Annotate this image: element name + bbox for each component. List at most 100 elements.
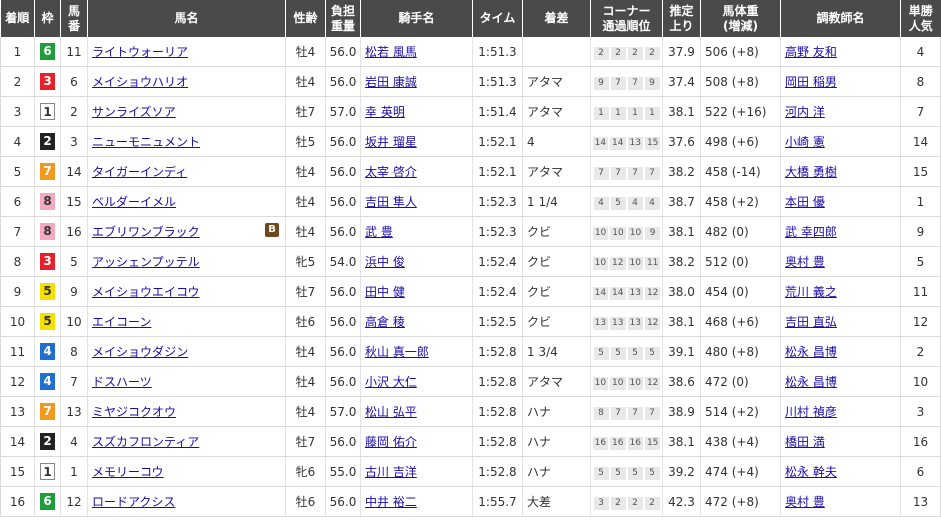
- corner-cell: 13 13 13 12: [590, 306, 663, 337]
- jockey-link[interactable]: 坂井 瑠星: [365, 135, 417, 149]
- jockey-cell: 小沢 大仁: [360, 366, 473, 397]
- jockey-link[interactable]: 秋山 真一郎: [365, 345, 429, 359]
- horse-name-link[interactable]: メイショウダジン: [92, 345, 188, 359]
- header-popularity: 単勝 人気: [900, 0, 941, 37]
- jockey-link[interactable]: 中井 裕二: [365, 495, 417, 509]
- waku-cell: 2: [34, 126, 61, 157]
- horse-name-link[interactable]: メモリーコウ: [92, 465, 164, 479]
- rank-cell: 6: [0, 186, 35, 217]
- jockey-link[interactable]: 古川 吉洋: [365, 465, 417, 479]
- trainer-link[interactable]: 武 幸四郎: [785, 225, 837, 239]
- horse-name-cell: タイガーインディ: [87, 156, 286, 187]
- jockey-link[interactable]: 高倉 稜: [365, 315, 405, 329]
- popularity-cell: 14: [900, 126, 941, 157]
- time-cell: 1:52.3: [472, 186, 523, 217]
- umaban-cell: 7: [60, 366, 88, 397]
- waku-badge: 5: [40, 313, 55, 330]
- trainer-link[interactable]: 松永 昌博: [785, 345, 837, 359]
- corner-3: 10: [627, 226, 644, 240]
- jockey-link[interactable]: 岩田 康誠: [365, 75, 417, 89]
- trainer-link[interactable]: 吉田 直弘: [785, 315, 837, 329]
- jockey-link[interactable]: 太宰 啓介: [365, 165, 417, 179]
- trainer-cell: 高野 友和: [780, 37, 901, 67]
- waku-badge: 3: [40, 253, 55, 270]
- rank-cell: 5: [0, 156, 35, 187]
- horse-name-link[interactable]: エブリワンブラック: [92, 225, 200, 239]
- corner-4: 1: [644, 106, 660, 120]
- trainer-link[interactable]: 本田 優: [785, 195, 825, 209]
- header-rank: 着順: [0, 0, 35, 37]
- rank-cell: 12: [0, 366, 35, 397]
- header-corner-top: コーナー: [602, 3, 651, 18]
- margin-cell: ハナ: [522, 456, 591, 487]
- jockey-link[interactable]: 吉田 隼人: [365, 195, 417, 209]
- waku-badge: 6: [40, 493, 55, 510]
- corner-4: 12: [644, 376, 661, 390]
- trainer-link[interactable]: 小崎 憲: [785, 135, 825, 149]
- trainer-link[interactable]: 奥村 豊: [785, 495, 825, 509]
- jockey-link[interactable]: 小沢 大仁: [365, 375, 417, 389]
- trainer-link[interactable]: 大橋 勇樹: [785, 165, 837, 179]
- margin-cell: 1 1/4: [522, 186, 591, 217]
- race-result-table: 着順 枠 馬番 馬名 性齢 負担 重量 騎手名 タイム 着差 コーナー 通過順位 推…: [0, 0, 941, 517]
- horse-name-cell: ニューモニュメント: [87, 126, 286, 157]
- horse-name-link[interactable]: ロードアクシス: [92, 495, 175, 509]
- sexage-cell: 牡4: [285, 66, 326, 97]
- horse-name-link[interactable]: サンライズソア: [92, 105, 176, 119]
- trainer-link[interactable]: 荒川 義之: [785, 285, 837, 299]
- body-weight-cell: 506 (+8): [700, 37, 781, 67]
- table-row: 3 1 2 サンライズソア 牡7 57.0 幸 英明 1:51.4 アタマ 1 1 1 1 38.1 522…: [0, 96, 941, 127]
- sexage-cell: 牝6: [285, 456, 326, 487]
- horse-name-link[interactable]: ベルダーイメル: [92, 195, 176, 209]
- table-row: 14 2 4 スズカフロンティア 牡7 56.0 藤岡 佑介 1:52.8 ハナ 16 16 16 15…: [0, 426, 941, 457]
- horse-name-link[interactable]: スズカフロンティア: [92, 435, 199, 449]
- final3f-cell: 38.2: [662, 156, 701, 187]
- jockey-link[interactable]: 幸 英明: [365, 105, 405, 119]
- trainer-link[interactable]: 奥村 豊: [785, 255, 825, 269]
- horse-name-link[interactable]: メイショウハリオ: [92, 75, 188, 89]
- jockey-link[interactable]: 田中 健: [365, 285, 405, 299]
- popularity-cell: 12: [900, 306, 941, 337]
- table-row: 5 7 14 タイガーインディ 牡4 56.0 太宰 啓介 1:52.1 アタマ 7 7 7 7 38.2…: [0, 156, 941, 187]
- jockey-link[interactable]: 松山 弘平: [365, 405, 417, 419]
- horse-name-link[interactable]: ミヤジコクオウ: [92, 405, 176, 419]
- trainer-link[interactable]: 川村 禎彦: [785, 405, 837, 419]
- corner-3: 16: [627, 436, 643, 450]
- jockey-link[interactable]: 松若 風馬: [365, 45, 417, 59]
- trainer-cell: 松永 昌博: [780, 336, 901, 367]
- table-row: 9 5 9 メイショウエイコウ 牡7 56.0 田中 健 1:52.4 クビ 14 14 13 12 38…: [0, 276, 941, 307]
- horse-name-link[interactable]: アッシェンプッテル: [92, 255, 200, 269]
- umaban-cell: 15: [60, 186, 88, 217]
- horse-name-link[interactable]: タイガーインディ: [92, 165, 187, 179]
- waku-cell: 3: [34, 246, 61, 277]
- trainer-link[interactable]: 岡田 稲男: [785, 75, 837, 89]
- horse-name-link[interactable]: ニューモニュメント: [92, 135, 200, 149]
- horse-name-link[interactable]: メイショウエイコウ: [92, 285, 200, 299]
- time-cell: 1:52.8: [472, 366, 523, 397]
- margin-cell: ハナ: [522, 396, 591, 427]
- trainer-link[interactable]: 高野 友和: [785, 45, 837, 59]
- corner-1: 1: [593, 106, 609, 120]
- trainer-link[interactable]: 松永 幹夫: [785, 465, 837, 479]
- body-weight-cell: 458 (-14): [700, 156, 781, 187]
- header-final3f: 推定 上り: [662, 0, 701, 37]
- corner-1: 8: [593, 406, 609, 420]
- waku-badge: 7: [40, 403, 55, 420]
- sexage-cell: 牡4: [285, 216, 326, 247]
- jockey-cell: 太宰 啓介: [360, 156, 473, 187]
- table-row: 12 4 7 ドスハーツ 牡4 56.0 小沢 大仁 1:52.8 アタマ 10 10 10 12 38.…: [0, 366, 941, 397]
- horse-name-link[interactable]: ドスハーツ: [92, 375, 152, 389]
- time-cell: 1:51.3: [472, 66, 523, 97]
- trainer-link[interactable]: 河内 洋: [785, 105, 825, 119]
- weight-cell: 56.0: [325, 276, 361, 307]
- final3f-cell: 38.1: [662, 216, 701, 247]
- jockey-cell: 秋山 真一郎: [360, 336, 473, 367]
- sexage-cell: 牡4: [285, 396, 326, 427]
- jockey-link[interactable]: 武 豊: [365, 225, 393, 239]
- jockey-link[interactable]: 浜中 俊: [365, 255, 405, 269]
- horse-name-link[interactable]: ライトウォーリア: [92, 45, 188, 59]
- horse-name-link[interactable]: エイコーン: [92, 315, 151, 329]
- trainer-link[interactable]: 松永 昌博: [785, 375, 837, 389]
- jockey-link[interactable]: 藤岡 佑介: [365, 435, 417, 449]
- trainer-link[interactable]: 橋田 満: [785, 435, 825, 449]
